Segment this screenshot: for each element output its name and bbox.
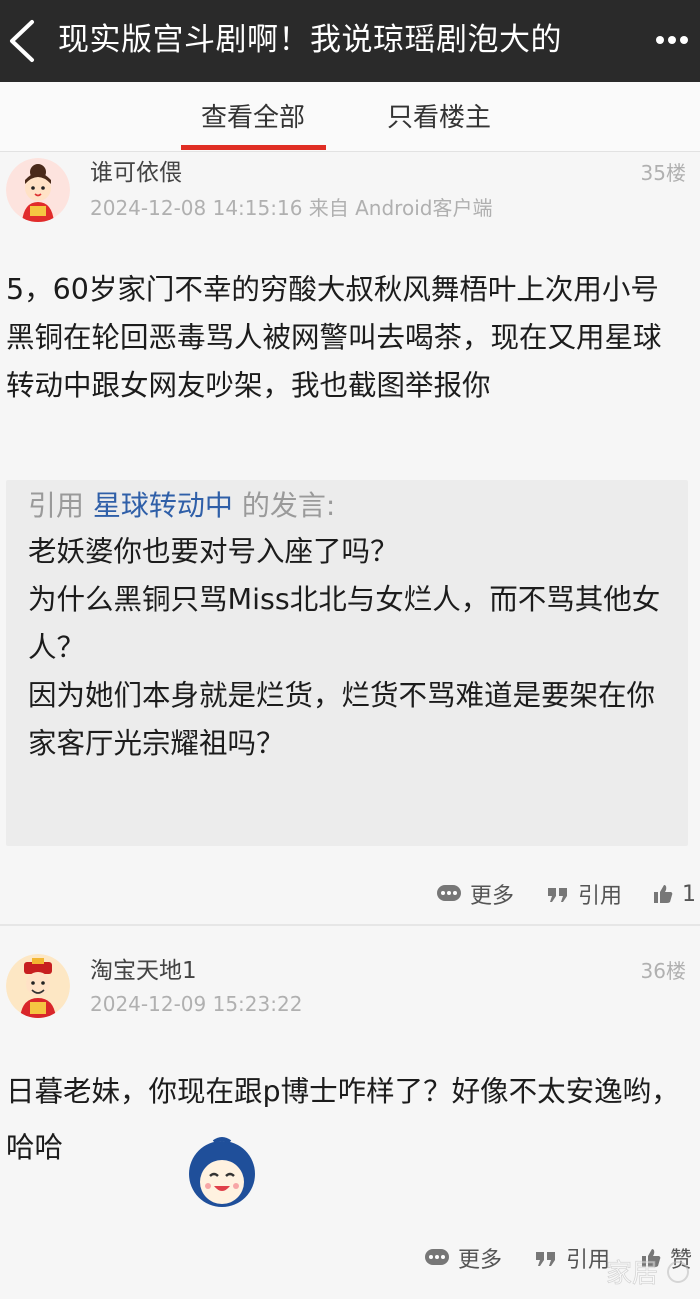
more-button[interactable]: 更多 [424,1238,502,1278]
quote-suffix: 的发言: [241,489,336,522]
post-content-text: 日暮老妹，你现在跟p博士咋样了？好像不太安逸哟，哈哈 [6,1075,680,1164]
more-button[interactable]: 更多 [436,874,514,914]
like-button[interactable]: 1 [652,874,696,914]
post-floor-36: 淘宝天地1 2024-12-09 15:23:22 36楼 日暮老妹，你现在跟p… [0,948,700,1299]
post-floor-35: 谁可依偎 2024-12-08 14:15:16 来自 Android客户端 3… [0,152,700,922]
svg-text:家居: 家居 [606,1259,658,1289]
more-label: 更多 [458,1248,503,1273]
author-name[interactable]: 淘宝天地1 [90,956,197,986]
avatar[interactable] [6,954,70,1018]
back-chevron-icon[interactable] [6,18,38,64]
quote-button[interactable]: 引用 [546,874,622,914]
avatar[interactable] [6,158,70,222]
quote-prefix: 引用 [28,489,85,522]
quote-body: 老妖婆你也要对号入座了吗？ 为什么黑铜只骂Miss北北与女烂人，而不骂其他女人？… [28,528,678,768]
active-tab-indicator [181,145,326,150]
quote-line: 为什么黑铜只骂Miss北北与女烂人，而不骂其他女人？ [28,583,661,664]
tab-view-all[interactable]: 查看全部 [201,100,305,136]
post-content: 5，60岁家门不幸的穷酸大叔秋风舞梧叶上次用小号黑铜在轮回恶毒骂人被网警叫去喝茶… [6,273,662,402]
comment-more-icon [437,885,461,901]
thumbs-up-icon [654,885,673,903]
more-label: 更多 [470,884,515,909]
quote-mark-icon [536,1252,555,1266]
avatar-fortune-god-icon [6,954,70,1018]
post-meta: 2024-12-09 15:23:22 [90,992,303,1016]
quote-button[interactable]: 引用 [534,1238,610,1278]
floor-number: 36楼 [640,959,686,983]
thread-title: 现实版宫斗剧啊！我说琼瑶剧泡大的 [58,22,562,58]
floor-number: 35楼 [640,161,686,185]
post-divider [0,924,700,926]
post-meta: 2024-12-08 14:15:16 来自 Android客户端 [90,196,493,220]
post-actions: 更多 引用 赞 [0,1238,700,1278]
site-watermark: 家居 [602,1252,692,1292]
quote-label: 引用 [578,884,623,909]
post-content: 日暮老妹，你现在跟p博士咋样了？好像不太安逸哟，哈哈 [6,1064,686,1176]
watermark-logo-icon: 家居 [606,1259,689,1289]
post-actions: 更多 引用 1 [0,874,700,914]
title-bar: 现实版宫斗剧啊！我说琼瑶剧泡大的 [0,0,700,82]
quote-user-link[interactable]: 星球转动中 [93,489,233,522]
quote-block: 引用 星球转动中 的发言: 老妖婆你也要对号入座了吗？ 为什么黑铜只骂Miss北… [6,480,688,846]
quote-line: 因为她们本身就是烂货，烂货不骂难道是要架在你家客厅光宗耀祖吗？ [28,679,656,760]
author-name[interactable]: 谁可依偎 [90,158,182,188]
quote-mark-icon [548,888,567,902]
view-tabs: 查看全部 只看楼主 [0,82,700,152]
comment-more-icon [425,1249,449,1265]
quote-line: 老妖婆你也要对号入座了吗？ [28,535,399,568]
laughing-emoji-icon [189,1137,255,1207]
avatar-girl-icon [6,158,70,222]
tab-host-only[interactable]: 只看楼主 [387,100,491,136]
quote-header: 引用 星球转动中 的发言: [28,486,335,526]
like-count: 1 [682,881,696,907]
more-dots-icon[interactable] [652,22,692,58]
